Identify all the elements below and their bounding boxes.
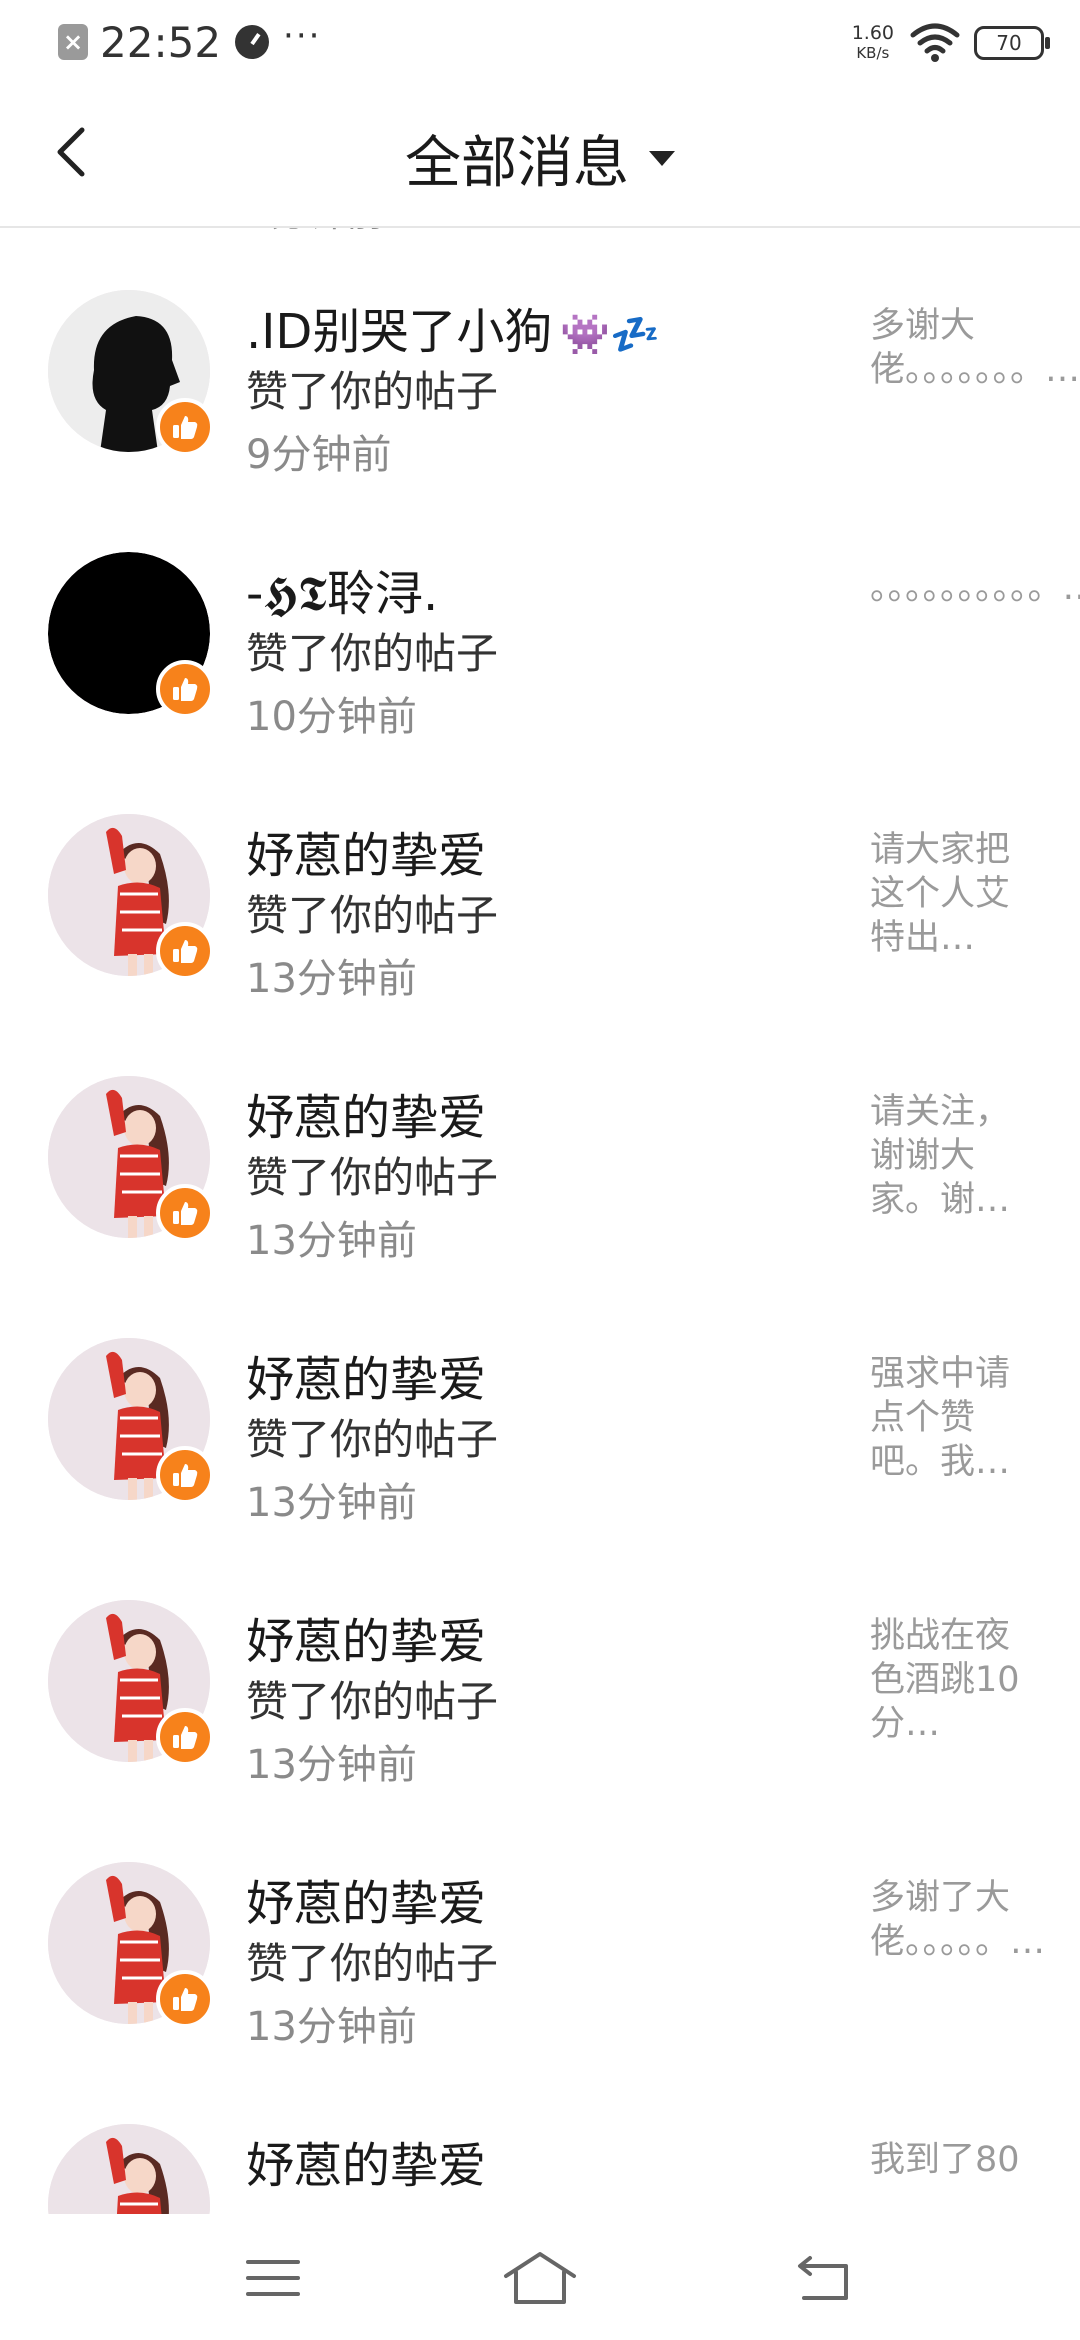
home-icon[interactable] [500, 2248, 580, 2308]
notification-action: 赞了你的帖子 [246, 1677, 499, 1726]
title-dropdown[interactable]: 全部消息 [0, 118, 1080, 199]
user-name-text: 妤蒽的挚爱 [246, 1876, 487, 1932]
user-name-text: 妤蒽的挚爱 [246, 2138, 487, 2194]
post-preview[interactable]: 多谢大佬。。。。。。。… [870, 304, 1080, 392]
battery-icon: 70 [974, 26, 1050, 60]
thumbs-up-icon [156, 1446, 214, 1504]
post-preview[interactable]: 挑战在夜色酒跳10分… [870, 1614, 1040, 1746]
user-name-text: -𝕳𝕿聆浔. [246, 566, 439, 622]
user-name[interactable]: -𝕳𝕿聆浔. [246, 554, 438, 624]
user-name[interactable]: 妤蒽的挚爱 [246, 816, 486, 886]
menu-icon[interactable] [236, 2248, 316, 2308]
user-name-text: 妤蒽的挚爱 [246, 1614, 487, 1670]
user-name[interactable]: 妤蒽的挚爱 [246, 1864, 486, 1934]
post-preview[interactable]: 强求中请点个赞吧。我… [870, 1352, 1040, 1484]
notification-time: 13分钟前 [246, 1742, 417, 1788]
user-name-emoji: 👾💤 [560, 312, 660, 358]
user-name-text: 妤蒽的挚爱 [246, 1352, 487, 1408]
post-preview[interactable]: 。。。。。。。。。。… [870, 566, 1080, 610]
thumbs-up-icon [156, 1184, 214, 1242]
list-item[interactable]: 妤蒽的挚爱赞了你的帖子 13分钟前 挑战在夜色酒跳10分… [0, 1568, 1080, 1830]
speedometer-icon [235, 25, 270, 59]
list-item[interactable]: 妤蒽的挚爱赞了你的帖子 13分钟前 请关注，谢谢大家。谢… [0, 1044, 1080, 1306]
user-name[interactable]: .ID别哭了小狗 👾💤 [246, 292, 660, 362]
notification-action: 赞了你的帖子 [246, 1153, 499, 1202]
notification-time: 13分钟前 [246, 1480, 417, 1526]
list-item-partial[interactable]: 8分钟前 [0, 228, 1080, 240]
notification-time: 13分钟前 [246, 1218, 417, 1264]
thumbs-up-icon [156, 922, 214, 980]
user-name-text: 妤蒽的挚爱 [246, 828, 487, 884]
notification-action: 赞了你的帖子 [246, 1939, 499, 1988]
list-item[interactable]: 妤蒽的挚爱赞了你的帖子 13分钟前 强求中请点个赞吧。我… [0, 1306, 1080, 1568]
user-name-text: .ID别哭了小狗 [246, 304, 553, 360]
anime-girl-avatar[interactable] [48, 2124, 210, 2214]
top-bar: 全部消息 [0, 84, 1080, 228]
notification-action: 赞了你的帖子 [246, 629, 499, 678]
list-item[interactable]: 妤蒽的挚爱 我到了80 [0, 2092, 1080, 2214]
post-preview[interactable]: 我到了80 [870, 2138, 1040, 2182]
list-item[interactable]: 妤蒽的挚爱赞了你的帖子 13分钟前 多谢了大佬。。。。。… [0, 1830, 1080, 2092]
notification-list[interactable]: 8分钟前 .ID别哭了小狗👾💤 赞了你的帖子 9分钟前 多谢大佬。。。。。。。… -𝕳𝕿… [0, 228, 1080, 2214]
notification-time: 13分钟前 [246, 2004, 417, 2050]
more-notifications-icon: ··· [283, 16, 322, 56]
return-icon[interactable] [784, 2248, 864, 2308]
thumbs-up-icon [156, 1708, 214, 1766]
network-speed: 1.60 KB/s [852, 23, 894, 63]
user-name[interactable]: 妤蒽的挚爱 [246, 1078, 486, 1148]
post-preview[interactable]: 多谢了大佬。。。。。… [870, 1876, 1045, 1964]
notification-time: 13分钟前 [246, 956, 417, 1002]
status-bar: × 22:52 ··· 1.60 KB/s 70 [0, 0, 1080, 84]
network-speed-value: 1.60 [851, 22, 894, 44]
page-title: 全部消息 [405, 131, 629, 196]
status-left: × 22:52 ··· [58, 16, 321, 68]
post-preview[interactable]: 请关注，谢谢大家。谢… [870, 1090, 1040, 1222]
notification-action: 赞了你的帖子 [246, 891, 499, 940]
list-item[interactable]: -𝕳𝕿聆浔. 赞了你的帖子 10分钟前 。。。。。。。。。。… [0, 520, 1080, 782]
clock: 22:52 [100, 17, 222, 67]
user-name[interactable]: 妤蒽的挚爱 [246, 1340, 486, 1410]
user-name[interactable]: 妤蒽的挚爱 [246, 1602, 486, 1672]
thumbs-up-icon [156, 660, 214, 718]
user-name[interactable]: 妤蒽的挚爱 [246, 2126, 486, 2196]
caret-down-icon [649, 151, 675, 166]
system-nav-bar [0, 2214, 1080, 2340]
network-speed-unit: KB/s [856, 44, 890, 62]
user-name-text: 妤蒽的挚爱 [246, 1090, 487, 1146]
notification-time: 9分钟前 [246, 432, 392, 478]
list-item[interactable]: 妤蒽的挚爱赞了你的帖子 13分钟前 请大家把这个人艾特出… [0, 782, 1080, 1044]
thumbs-up-icon [156, 1970, 214, 2028]
notification-action: 赞了你的帖子 [246, 367, 499, 416]
notification-time: 10分钟前 [246, 694, 417, 740]
notification-time: 8分钟前 [246, 228, 384, 237]
status-right: 1.60 KB/s 70 [852, 18, 1050, 68]
wifi-icon [910, 23, 960, 62]
post-preview[interactable]: 请大家把这个人艾特出… [870, 828, 1040, 960]
notification-action: 赞了你的帖子 [246, 1415, 499, 1464]
list-item[interactable]: .ID别哭了小狗 👾💤 赞了你的帖子 9分钟前 多谢大佬。。。。。。。… [0, 258, 1080, 520]
thumbs-up-icon [156, 398, 214, 456]
notification-close-icon: × [58, 24, 88, 60]
